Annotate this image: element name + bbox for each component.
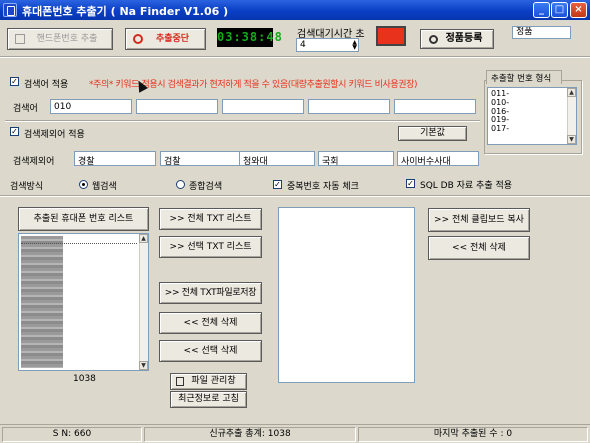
exclude-input-5[interactable]: 사이버수사대 (397, 151, 479, 166)
update-info-button[interactable]: 최근정보로 고침 (170, 391, 247, 408)
exclude-apply-label: 검색제외어 적용 (24, 130, 85, 140)
keyword-input-2[interactable] (136, 99, 218, 114)
status-bar: S N: 660 신규추출 총계: 1038 마지막 추출된 수 : 0 (0, 424, 590, 443)
scroll-up-icon[interactable]: ▲ (139, 234, 148, 243)
extract-phone-label: 핸드폰번호 추출 (36, 34, 98, 44)
blurred-phone-numbers (21, 236, 63, 368)
sql-checkbox[interactable]: ✓ (406, 179, 415, 188)
status-total: 신규추출 총계: 1038 (144, 427, 356, 442)
exclude-row-label: 검색제외어 (13, 157, 55, 167)
delete-selected-button[interactable]: << 선택 삭제 (159, 340, 262, 362)
register-button[interactable]: 정품등록 (420, 29, 494, 49)
scroll-down-icon[interactable]: ▼ (139, 361, 148, 370)
keyword-apply-checkbox[interactable]: ✓ (10, 77, 19, 86)
scroll-down-icon[interactable]: ▼ (567, 135, 576, 144)
extract-phone-button[interactable]: 핸드폰번호 추출 (7, 28, 113, 50)
keyword-input-3[interactable] (222, 99, 304, 114)
status-sn: S N: 660 (2, 427, 142, 442)
close-button[interactable]: × (570, 2, 587, 18)
all-txt-list-button[interactable]: >> 전체 TXT 리스트 (159, 208, 262, 230)
phone-listbox[interactable]: ▲ ▼ (18, 233, 149, 371)
minimize-button[interactable]: _ (533, 2, 550, 18)
exclude-apply-checkbox[interactable]: ✓ (10, 127, 19, 136)
keyword-apply-label: 검색어 적용 (24, 80, 69, 90)
right-delete-all-button[interactable]: << 전체 삭제 (428, 236, 530, 260)
default-button[interactable]: 기본값 (398, 126, 467, 141)
app-icon (3, 3, 17, 17)
total-search-radio[interactable] (176, 180, 185, 189)
keyword-input-5[interactable] (394, 99, 476, 114)
options-divider (0, 195, 590, 197)
keyword-input-4[interactable] (308, 99, 390, 114)
save-all-txt-button[interactable]: >> 전체 TXT파일로저장 (159, 282, 262, 304)
formats-listbox[interactable]: 011- 010- 016- 019- 017- ▲ ▼ (487, 87, 577, 145)
exclude-input-2[interactable]: 검찰 (160, 151, 242, 166)
stop-icon (133, 34, 143, 44)
selected-txt-list-button[interactable]: >> 선택 TXT 리스트 (159, 236, 262, 258)
keyword-row-label: 검색어 (13, 104, 38, 114)
extracted-list-header: 추출된 휴대폰 번호 리스트 (18, 207, 149, 231)
exclude-input-4[interactable]: 국회 (318, 151, 394, 166)
file-manager-label: 파일 관리창 (191, 376, 236, 386)
copy-clipboard-button[interactable]: >> 전체 클립보드 복사 (428, 208, 530, 232)
format-item[interactable]: 017- (491, 124, 509, 134)
window-title: 휴대폰번호 추출기 ( Na Finder V1.06 ) (22, 5, 229, 18)
scroll-up-icon[interactable]: ▲ (567, 88, 576, 97)
file-manager-button[interactable]: 파일 관리창 (170, 373, 247, 390)
web-search-label: 웹검색 (92, 182, 117, 192)
toolbar-divider (0, 56, 590, 58)
license-status-field: 정품 (512, 26, 571, 39)
exclude-input-3[interactable]: 청와대 (239, 151, 315, 166)
status-last: 마지막 추출된 수 : 0 (358, 427, 588, 442)
formats-tab: 추출할 번호 형식 (486, 70, 562, 84)
dup-check-checkbox[interactable]: ✓ (273, 180, 282, 189)
exclude-input-1[interactable]: 경찰 (74, 151, 156, 166)
result-textarea[interactable] (278, 207, 415, 383)
extracted-count: 1038 (73, 374, 96, 384)
phone-list-scrollbar[interactable]: ▲ ▼ (139, 234, 148, 370)
sql-label: SQL DB 자료 추출 적용 (420, 181, 513, 191)
maximize-button[interactable]: □ (551, 2, 568, 18)
keyword-divider (5, 120, 480, 122)
register-label: 정품등록 (445, 33, 483, 44)
wait-time-value: 4 (300, 40, 306, 50)
search-method-label: 검색방식 (10, 182, 44, 192)
file-icon (176, 377, 184, 386)
timer-display: 03:38:48 (217, 28, 282, 47)
wait-time-stepper[interactable]: 4 ▲ ▼ (296, 38, 359, 52)
web-search-radio[interactable] (79, 180, 88, 189)
formats-scrollbar[interactable]: ▲ ▼ (567, 88, 576, 144)
formats-title: 추출할 번호 형식 (491, 74, 552, 84)
stop-extract-label: 추출중단 (155, 34, 190, 44)
focus-row (21, 243, 137, 244)
stop-extract-button[interactable]: 추출중단 (125, 28, 206, 50)
gear-icon (429, 35, 438, 44)
stepper-arrows-icon[interactable]: ▲ ▼ (352, 40, 357, 51)
status-indicator (376, 26, 406, 46)
total-search-label: 종합검색 (189, 182, 223, 192)
title-bar[interactable]: 휴대폰번호 추출기 ( Na Finder V1.06 ) _ □ × (0, 0, 590, 20)
keyword-input-1[interactable]: 010 (50, 99, 132, 114)
phone-icon (15, 34, 25, 44)
formats-list: 011- 010- 016- 019- 017- (491, 89, 509, 134)
delete-all-button[interactable]: << 전체 삭제 (159, 312, 262, 334)
dup-check-label: 중복번호 자동 체크 (287, 182, 359, 192)
